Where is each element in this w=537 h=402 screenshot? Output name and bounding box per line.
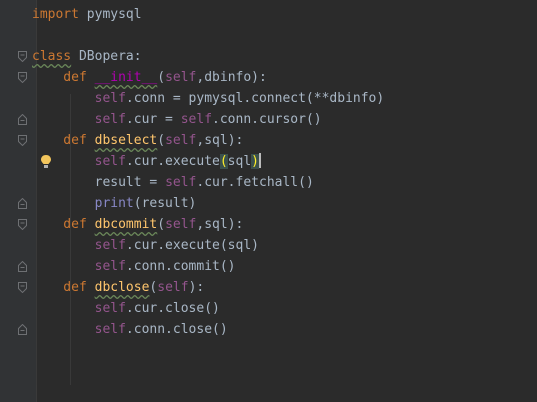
code-token: .cur.execute(sql) <box>125 238 259 253</box>
code-line[interactable]: def dbselect(self,sql): <box>0 130 537 151</box>
code-token: dbselect <box>94 133 158 148</box>
code-line[interactable]: self.cur.close() <box>0 298 537 319</box>
code-token: def <box>32 133 95 148</box>
matched-bracket: ) <box>251 154 259 169</box>
code-line[interactable]: self.cur.execute(sql) <box>0 151 537 172</box>
fold-end-icon[interactable] <box>18 198 27 209</box>
code-token: self <box>157 280 189 295</box>
code-token: self <box>32 259 126 274</box>
code-token: dbcommit <box>94 217 158 232</box>
code-token: def <box>32 217 95 232</box>
code-text: class DBopera: <box>32 46 142 67</box>
code-token: ,sql): <box>196 217 244 232</box>
matched-bracket: ( <box>219 154 228 169</box>
code-token: .conn = pymysql.connect(**dbinfo) <box>125 91 385 106</box>
code-token: (result) <box>133 196 197 211</box>
code-line[interactable] <box>0 25 537 46</box>
code-text: def dbclose(self): <box>32 277 204 298</box>
code-line[interactable]: self.conn.commit() <box>0 256 537 277</box>
code-token: ): <box>188 280 205 295</box>
fold-end-icon[interactable] <box>18 261 27 272</box>
code-token: .conn.close() <box>125 322 228 337</box>
code-text: self.conn = pymysql.connect(**dbinfo) <box>32 88 385 109</box>
code-token: dbclose <box>94 280 150 295</box>
code-line[interactable]: self.cur.execute(sql) <box>0 235 537 256</box>
code-token: ,dbinfo): <box>196 70 267 85</box>
code-text: result = self.cur.fetchall() <box>32 172 314 193</box>
code-token: .cur.close() <box>125 301 220 316</box>
code-token: .cur = <box>125 112 181 127</box>
code-token: self <box>32 238 126 253</box>
code-token: import <box>32 7 79 22</box>
code-line[interactable]: import pymysql <box>0 4 537 25</box>
code-token: self <box>180 112 213 127</box>
code-token: ( <box>157 70 166 85</box>
code-text: print(result) <box>32 193 197 214</box>
code-line[interactable]: self.cur = self.conn.cursor() <box>0 109 537 130</box>
code-token: self <box>32 112 126 127</box>
code-token: self <box>32 154 126 169</box>
code-token: ,sql): <box>196 133 244 148</box>
code-text: self.cur = self.conn.cursor() <box>32 109 322 130</box>
fold-end-icon[interactable] <box>18 324 27 335</box>
fold-open-icon[interactable] <box>18 219 27 230</box>
code-text: self.conn.close() <box>32 319 228 340</box>
code-token: def <box>32 280 95 295</box>
code-token: __init__ <box>94 70 158 85</box>
code-editor[interactable]: import pymysql class DBopera: def __init_… <box>0 0 537 402</box>
fold-open-icon[interactable] <box>18 51 27 62</box>
code-text: def dbselect(self,sql): <box>32 130 243 151</box>
code-token: result = <box>32 175 166 190</box>
code-token: ( <box>157 133 166 148</box>
code-token: self <box>32 301 126 316</box>
code-text: self.conn.commit() <box>32 256 236 277</box>
code-token: self <box>165 133 197 148</box>
code-token: sql <box>227 154 252 169</box>
code-line[interactable]: print(result) <box>0 193 537 214</box>
code-token: class <box>32 49 72 64</box>
code-line[interactable]: result = self.cur.fetchall() <box>0 172 537 193</box>
code-token: print <box>32 196 134 211</box>
code-token: self <box>32 91 126 106</box>
fold-open-icon[interactable] <box>18 135 27 146</box>
code-line[interactable]: self.conn = pymysql.connect(**dbinfo) <box>0 88 537 109</box>
fold-open-icon[interactable] <box>18 282 27 293</box>
code-token: .conn.commit() <box>125 259 236 274</box>
code-text: self.cur.execute(sql) <box>32 151 261 172</box>
code-text: import pymysql <box>32 4 142 25</box>
fold-open-icon[interactable] <box>18 72 27 83</box>
code-token: self <box>32 322 126 337</box>
text-caret <box>258 153 261 168</box>
code-token: ( <box>157 217 166 232</box>
code-token: .cur.fetchall() <box>196 175 314 190</box>
code-token: .conn.cursor() <box>212 112 322 127</box>
code-text: def dbcommit(self,sql): <box>32 214 243 235</box>
code-line[interactable]: def dbcommit(self,sql): <box>0 214 537 235</box>
code-token: self <box>165 175 197 190</box>
code-token: self <box>165 217 197 232</box>
code-token: def <box>32 70 95 85</box>
code-text: def __init__(self,dbinfo): <box>32 67 267 88</box>
fold-end-icon[interactable] <box>18 114 27 125</box>
code-line[interactable]: def __init__(self,dbinfo): <box>0 67 537 88</box>
code-token: pymysql <box>78 7 142 22</box>
code-line[interactable]: self.conn.close() <box>0 319 537 340</box>
code-token: DBopera: <box>71 49 142 64</box>
code-token: self <box>165 70 197 85</box>
code-text: self.cur.execute(sql) <box>32 235 259 256</box>
code-line[interactable]: def dbclose(self): <box>0 277 537 298</box>
code-text: self.cur.close() <box>32 298 220 319</box>
code-token: .cur.execute <box>125 154 220 169</box>
code-line[interactable]: class DBopera: <box>0 46 537 67</box>
